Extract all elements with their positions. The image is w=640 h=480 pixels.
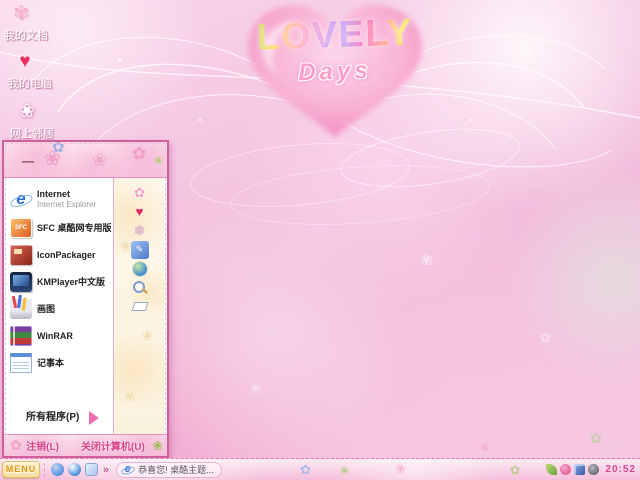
flower-decoration [480,440,490,454]
flower-decoration [52,142,65,156]
menu-item-label: 记事本 [37,357,65,368]
menu-item-paint[interactable]: 画图 [8,295,113,322]
desktop-icon-my-documents[interactable]: ✾ 我的文档 [4,4,68,44]
menu-item-kmplayer[interactable]: KMPlayer中文版 [8,268,113,295]
menu-item-label: 画图 [37,303,56,314]
menu-item-winrar[interactable]: WinRAR [8,322,113,349]
flower-decoration [132,144,146,164]
menu-item-label: KMPlayer中文版 [37,276,106,287]
taskbar-clock[interactable]: 20:52 [605,464,636,475]
menu-item-iconpackager[interactable]: IconPackager [8,241,113,268]
tray-leaf-icon[interactable] [546,464,558,475]
menu-item-sublabel: Internet Explorer [37,199,97,209]
control-panel-icon[interactable] [130,241,149,259]
notepad-icon [10,352,32,373]
start-button[interactable]: MENU [2,461,40,478]
tray-network-icon[interactable] [574,464,586,475]
start-menu-username: — [22,154,34,168]
quicklaunch-show-desktop-icon[interactable] [85,463,98,476]
start-menu-places-column [113,178,165,434]
heart-logo [247,5,423,138]
start-menu-header: — [4,142,167,178]
menu-item-internet[interactable]: Internet Internet Explorer [8,184,113,214]
desktop-icon-my-computer[interactable]: ♥ 我的电脑 [8,52,72,92]
flower-decoration [92,150,107,171]
flower-decoration [10,437,22,454]
internet-explorer-icon [10,189,32,209]
flower-decoration [142,328,153,344]
flower-decoration [124,388,136,405]
system-tray: 20:52 [546,464,640,475]
flower-decoration [250,380,262,397]
taskbar: MENU » 恭喜您! 桌酷主题... 20:52 [0,458,640,480]
network-globe-icon[interactable] [132,262,147,276]
leaf-decoration [152,438,163,454]
flower-decoration [395,461,406,477]
log-off-button[interactable]: 注销(L) [26,438,59,453]
flower-decoration [300,462,311,478]
start-menu-body: Internet Internet Explorer SFC 桌酷网专用版 Ic… [4,178,167,434]
winrar-icon [10,325,32,346]
all-programs-label: 所有程序(P) [26,412,80,423]
favorites-heart-icon[interactable] [131,203,149,221]
quicklaunch-internet-explorer-icon[interactable] [51,463,64,476]
flower-decoration [510,463,520,477]
desktop: { "wallpaper": { "title": "LOVELY", "sub… [0,0,640,480]
wallpaper-title: LOVELY [237,11,432,60]
flower-decoration [420,250,433,270]
my-documents-icon: ✾ [13,3,29,24]
desktop-icon-label: 我的文档 [4,30,48,42]
all-programs-button[interactable]: 所有程序(P) [8,406,113,430]
wallpaper-subtitle: Days [297,56,373,87]
recent-documents-icon[interactable] [131,222,149,240]
taskbar-window-label: 恭喜您! 桌酷主题... [138,465,214,475]
start-menu: — Internet Internet Explorer SFC 桌酷网专用版 … [2,140,169,458]
start-menu-program-list: Internet Internet Explorer SFC 桌酷网专用版 Ic… [4,178,113,434]
menu-item-label: Internet Internet Explorer [37,188,97,209]
menu-item-label: WinRAR [37,330,73,341]
internet-explorer-icon [121,463,134,476]
flower-decoration [340,464,349,477]
paint-icon [10,298,32,319]
all-programs-arrow-icon [89,411,100,425]
documents-icon[interactable] [131,184,149,202]
menu-item-label: IconPackager [37,249,96,260]
tray-volume-icon[interactable] [588,464,600,475]
flower-decoration [540,330,551,346]
wallpaper-text: LOVELY Days [237,11,432,86]
flower-decoration [44,146,61,171]
search-icon[interactable] [131,279,149,297]
sfc-icon [10,217,32,238]
desktop-icon-network-places[interactable]: ❀ 网上邻居 [10,102,74,142]
tray-theme-icon[interactable] [560,464,572,475]
desktop-icon-label: 网上邻居 [10,128,54,140]
menu-item-notepad[interactable]: 记事本 [8,349,113,376]
start-menu-footer: 注销(L) 关闭计算机(U) [4,434,167,456]
my-computer-icon: ♥ [19,51,31,72]
taskbar-window-button[interactable]: 恭喜您! 桌酷主题... [116,461,222,478]
network-places-icon: ❀ [19,101,35,122]
desktop-icon-label: 我的电脑 [8,78,52,90]
flower-decoration [154,154,163,167]
quicklaunch-media-player-icon[interactable] [68,463,81,476]
quicklaunch-chevron-icon[interactable]: » [103,464,109,476]
menu-item-sfc[interactable]: SFC 桌酷网专用版 [8,214,113,241]
menu-item-label: SFC 桌酷网专用版 [37,222,112,233]
run-icon[interactable] [131,302,148,311]
iconpackager-icon [10,244,32,265]
flower-decoration [120,238,132,255]
shut-down-button[interactable]: 关闭计算机(U) [81,438,145,453]
flower-decoration [590,430,602,447]
kmplayer-icon [10,271,32,292]
taskbar-separator [44,462,45,477]
